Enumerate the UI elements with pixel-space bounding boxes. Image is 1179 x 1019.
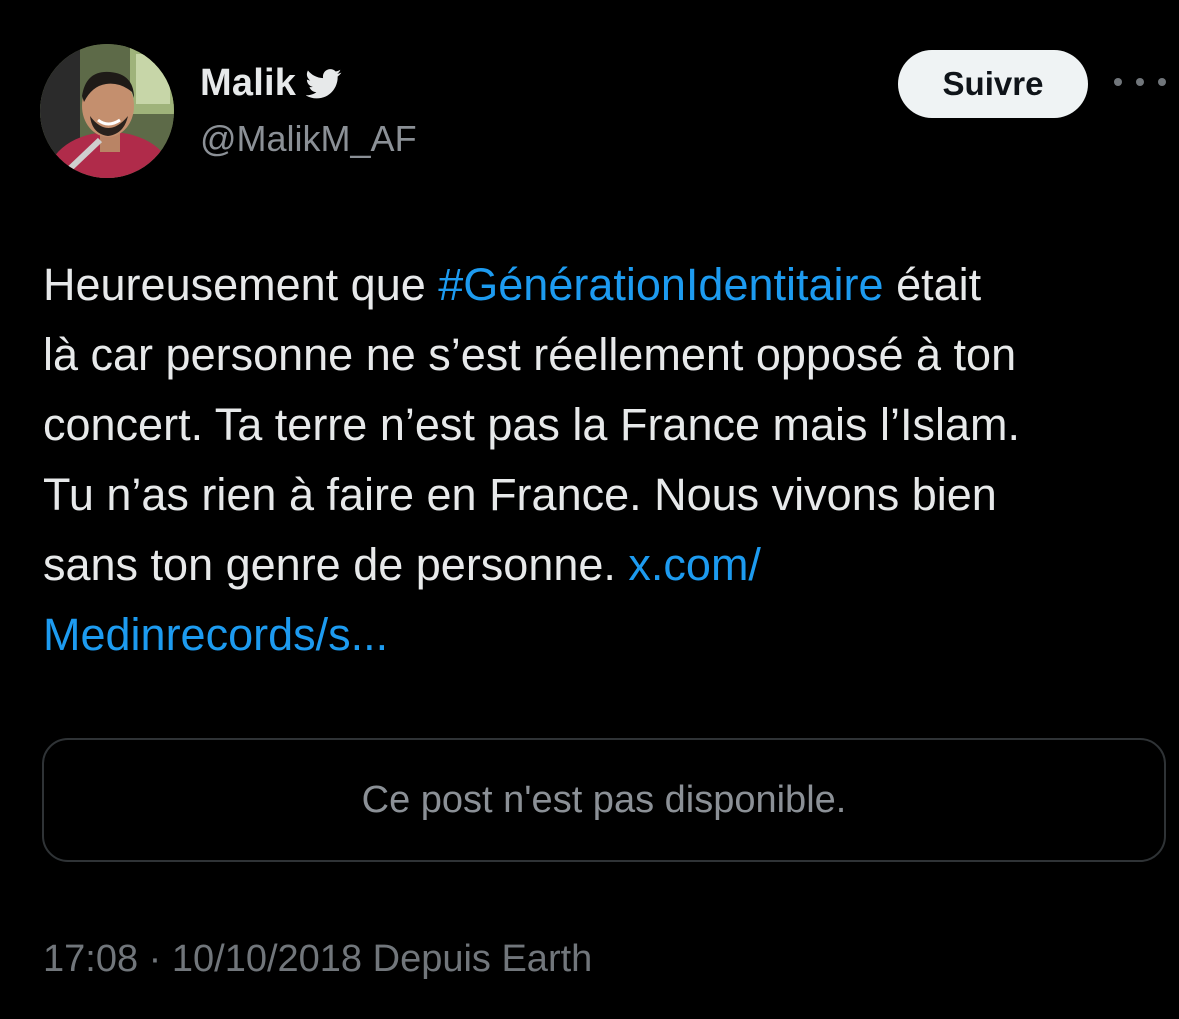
tweet-date[interactable]: 10/10/2018: [172, 938, 362, 980]
tweet-line: Tu n’as rien à faire en France. Nous viv…: [43, 469, 997, 520]
meta-separator: ·: [138, 938, 172, 980]
unavailable-message: Ce post n'est pas disponible.: [361, 778, 847, 821]
tweet-metadata: 17:08 · 10/10/2018 Depuis Earth: [43, 938, 592, 981]
tweet-time[interactable]: 17:08: [43, 938, 138, 980]
author-name-row[interactable]: Malik: [200, 62, 342, 105]
url-link[interactable]: x.com/: [628, 539, 761, 590]
url-link-continued[interactable]: Medinrecords/s...: [43, 609, 388, 660]
hashtag-link[interactable]: #GénérationIdentitaire: [438, 259, 883, 310]
tweet-text: Heureusement que #GénérationIdentitaire …: [43, 250, 1163, 670]
tweet-source: Depuis Earth: [362, 938, 593, 980]
more-dot: [1136, 78, 1144, 86]
more-dot: [1158, 78, 1166, 86]
tweet-card: Malik @MalikM_AF Suivre Heureusement que…: [0, 0, 1179, 1019]
tweet-text-segment: Heureusement que: [43, 259, 439, 310]
follow-button[interactable]: Suivre: [898, 50, 1088, 118]
user-avatar-photo: [40, 44, 174, 178]
more-options-icon[interactable]: [1114, 70, 1166, 94]
quoted-post-unavailable: Ce post n'est pas disponible.: [42, 738, 1166, 862]
tweet-line: Medinrecords/s...: [43, 600, 1163, 670]
tweet-line: là car personne ne s’est réellement oppo…: [43, 329, 1017, 380]
twitter-bird-icon: [305, 68, 342, 99]
user-handle[interactable]: @MalikM_AF: [200, 118, 417, 160]
more-dot: [1114, 78, 1122, 86]
tweet-line: Heureusement que #GénérationIdentitaire …: [43, 250, 1163, 320]
avatar[interactable]: [40, 44, 174, 178]
display-name[interactable]: Malik: [200, 62, 296, 105]
tweet-text-segment: était: [883, 259, 982, 310]
tweet-line: sans ton genre de personne. x.com/: [43, 530, 1163, 600]
tweet-line: concert. Ta terre n’est pas la France ma…: [43, 399, 1021, 450]
tweet-text-segment: sans ton genre de personne.: [43, 539, 629, 590]
